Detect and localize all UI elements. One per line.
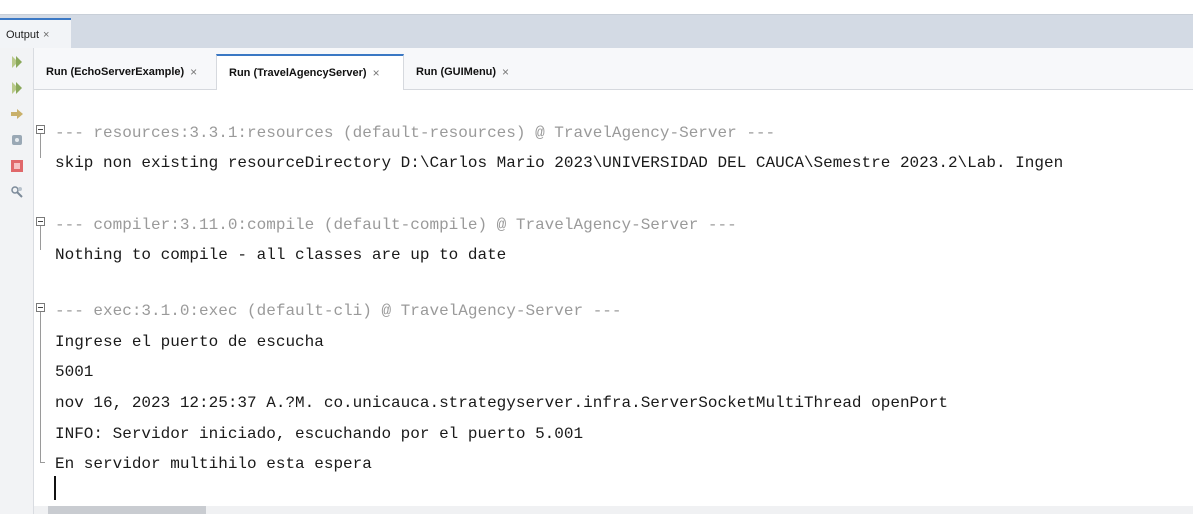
console-line: En servidor multihilo esta espera — [55, 455, 372, 473]
close-icon[interactable]: × — [502, 65, 509, 79]
tab-run-echoserverexample[interactable]: Run (EchoServerExample) × — [34, 54, 215, 90]
close-icon[interactable]: × — [190, 65, 197, 79]
console-line: --- exec:3.1.0:exec (default-cli) @ Trav… — [55, 302, 622, 320]
tab-label: Run (EchoServerExample) — [46, 66, 185, 78]
close-icon[interactable]: × — [373, 66, 380, 80]
tab-label: Run (GUIMenu) — [416, 66, 497, 78]
console-line: Ingrese el puerto de escucha — [55, 333, 324, 351]
fold-guide-end — [40, 462, 45, 463]
step-over-icon[interactable] — [9, 106, 25, 122]
output-toolbar — [0, 48, 34, 514]
fold-toggle-icon[interactable] — [36, 217, 45, 226]
console-line: skip non existing resourceDirectory D:\C… — [55, 154, 1064, 172]
console-line: 5001 — [55, 363, 94, 381]
console-line: INFO: Servidor iniciado, escuchando por … — [55, 425, 584, 443]
window-top-strip — [0, 0, 1193, 14]
horizontal-scrollbar[interactable] — [34, 506, 1193, 514]
tools-icon[interactable] — [9, 184, 25, 200]
console-line: --- resources:3.3.1:resources (default-r… — [55, 124, 776, 142]
tab-label: Run (TravelAgencyServer) — [229, 67, 367, 79]
rerun-icon[interactable] — [9, 54, 25, 70]
window-tabbar: Output × — [0, 14, 1193, 49]
tab-output-label: Output — [6, 28, 40, 41]
console-output[interactable]: --- resources:3.3.1:resources (default-r… — [34, 90, 1193, 506]
fold-guide — [40, 134, 41, 158]
tab-run-travelagencyserver[interactable]: Run (TravelAgencyServer) × — [216, 54, 404, 90]
tab-output-close-icon[interactable]: × — [43, 29, 49, 41]
fold-guide — [40, 226, 41, 250]
stop-icon[interactable] — [9, 158, 25, 174]
tab-output[interactable]: Output × — [0, 18, 71, 49]
fold-toggle-icon[interactable] — [36, 303, 45, 312]
console-line: Nothing to compile - all classes are up … — [55, 246, 507, 264]
run-tabs: Run (EchoServerExample) × Run (TravelAge… — [34, 48, 1193, 90]
fold-guide — [40, 312, 41, 462]
rerun-with-params-icon[interactable] — [9, 80, 25, 96]
console-line: nov 16, 2023 12:25:37 A.?M. co.unicauca.… — [55, 394, 948, 412]
scrollbar-thumb[interactable] — [48, 506, 206, 514]
fold-toggle-icon[interactable] — [36, 125, 45, 134]
text-caret — [54, 476, 56, 500]
console-line: --- compiler:3.11.0:compile (default-com… — [55, 216, 737, 234]
settings-icon[interactable] — [9, 132, 25, 148]
tab-run-guimenu[interactable]: Run (GUIMenu) × — [404, 54, 514, 90]
